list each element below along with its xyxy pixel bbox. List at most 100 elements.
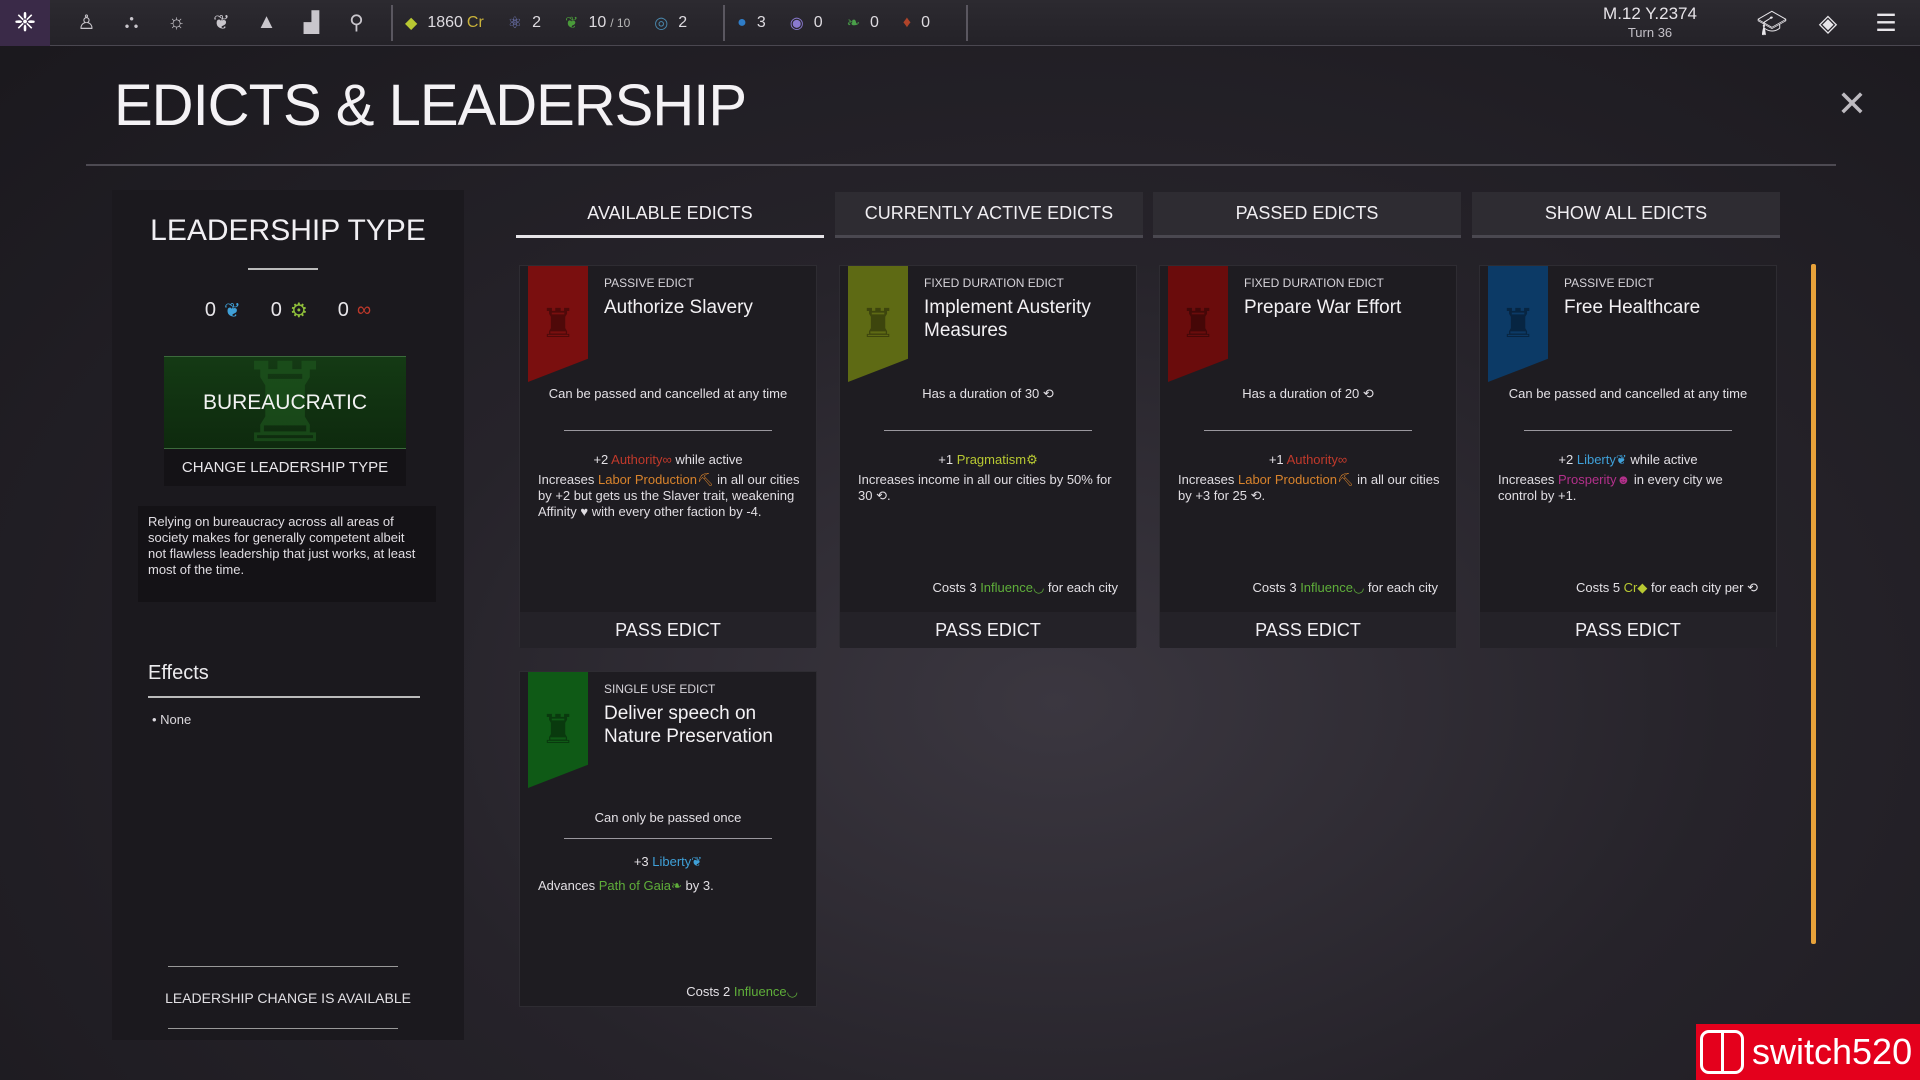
pragmatism-icon: ⚙	[289, 300, 308, 322]
flame-icon: ♦	[902, 13, 912, 31]
credits-icon: ◆	[405, 14, 418, 32]
desc-text: Increases income in all our cities by 50…	[858, 472, 1112, 503]
cost-text: for each city	[1364, 580, 1438, 595]
tab-available-edicts[interactable]: AVAILABLE EDICTS	[516, 192, 824, 238]
edict-card: ♜ PASSIVE EDICT Authorize Slavery Can be pa…	[519, 265, 817, 648]
edict-rule: Can be passed and cancelled at any time	[1508, 386, 1748, 401]
resource-eye[interactable]: ◉ 0	[790, 13, 823, 33]
date-display: M.12 Y.2374 Turn 36	[1590, 4, 1710, 40]
resource-swirl[interactable]: ◎ 2	[654, 13, 687, 33]
tab-passed-edicts[interactable]: PASSED EDICTS	[1153, 192, 1461, 238]
bonus-suffix: while active	[1626, 452, 1698, 467]
leadership-type-card: ♜ BUREAUCRATIC	[164, 356, 406, 448]
edict-type: FIXED DURATION EDICT	[924, 276, 1064, 290]
desc-text: by 3.	[681, 878, 714, 893]
edict-cost: Costs 5 Cr◆ for each city per ⟲	[1576, 580, 1758, 596]
top-bar: ❈ ♙ ⛬ ☼ ❦ ▲ ▟ ⚲ ◆ 1860 Cr ⚛ 2 ❦ 10 / 10 …	[0, 0, 1920, 46]
divider	[965, 4, 968, 41]
divider	[884, 430, 1092, 431]
resource-science[interactable]: ⚛ 2	[508, 13, 541, 33]
desc-text: Increases	[538, 472, 598, 487]
page-title: EDICTS & LEADERSHIP	[114, 73, 747, 138]
desc-keyword-icon: ☻	[1616, 472, 1631, 487]
stats-icon[interactable]: ▟	[289, 0, 334, 46]
resource-flame[interactable]: ♦ 0	[903, 14, 930, 32]
edict-bonus: +2 Liberty❦ while active	[1480, 452, 1776, 468]
desc-text: Advances	[538, 878, 599, 893]
pass-edict-button[interactable]: PASS EDICT	[1160, 612, 1456, 648]
bonus-affinity: Pragmatism	[956, 452, 1027, 467]
army-icon[interactable]: ▲	[244, 0, 289, 46]
resource-credits[interactable]: ◆ 1860 Cr	[405, 13, 484, 33]
divider	[248, 268, 318, 270]
pass-edict-button[interactable]: PASS EDICT	[1480, 612, 1776, 648]
scrollbar[interactable]	[1811, 264, 1816, 944]
resource-leaf[interactable]: ❧ 0	[847, 13, 879, 33]
edict-banner-icon: ♜	[528, 266, 588, 382]
edict-bonus: +2 Authority∞ while active	[520, 452, 816, 467]
affinity-values: 0 ❦ 0 ⚙ 0 ∞	[112, 298, 464, 323]
edict-banner-icon: ♜	[848, 266, 908, 382]
cost-text: Costs 3	[1252, 580, 1301, 595]
bonus-suffix: while active	[671, 452, 743, 467]
edict-rule: Has a duration of 20 ⟲	[1242, 386, 1374, 401]
desc-text: Increases	[1178, 472, 1238, 487]
edict-card: ♜ SINGLE USE EDICT Deliver speech on Natur…	[519, 671, 817, 1007]
desc-keyword: Labor Production	[597, 472, 697, 487]
bonus-affinity: Liberty	[652, 854, 692, 869]
atom-icon: ⚛	[507, 14, 523, 32]
edict-name: Implement Austerity Measures	[924, 297, 1091, 341]
desc-keyword-icon: ⛏	[697, 472, 714, 487]
bonus-affinity-icon: ⚙	[1026, 452, 1038, 467]
bonus-amount: +1	[938, 452, 957, 467]
divider	[723, 4, 726, 41]
water-drop-icon: ●	[737, 13, 747, 31]
search-icon[interactable]: ⚲	[334, 0, 379, 46]
edict-bonus: +1 Authority∞	[1160, 452, 1456, 467]
edict-description: Increases Labor Production⛏ in all our c…	[538, 472, 802, 520]
title-divider	[86, 164, 1836, 166]
layers-icon[interactable]: ◈	[1808, 6, 1848, 40]
faction-emblem-icon[interactable]: ❈	[0, 0, 50, 46]
edict-cost: Costs 3 Influence◡ for each city	[933, 580, 1119, 596]
cost-text: for each city	[1044, 580, 1118, 595]
desc-keyword-icon: ⛏	[1337, 472, 1354, 487]
pass-edict-button[interactable]: PASS EDICT	[520, 612, 816, 648]
laurel-icon[interactable]: ❦	[199, 0, 244, 46]
desc-text: Increases	[1498, 472, 1558, 487]
edict-rule: Can only be passed once	[594, 810, 742, 825]
edict-cost: Costs 2 Influence◡	[686, 984, 798, 1000]
divider	[1524, 430, 1732, 431]
cost-resource: Influence	[1300, 580, 1353, 595]
pass-edict-button[interactable]: PASS EDICT	[840, 612, 1136, 648]
edict-rule: Has a duration of 30 ⟲	[922, 386, 1054, 401]
resource-population[interactable]: ❦ 10 / 10	[565, 13, 630, 33]
bonus-affinity-icon: ❦	[691, 854, 703, 869]
graduation-cap-icon[interactable]: 🎓︎	[1752, 6, 1792, 40]
cities-icon[interactable]: ⛬	[109, 0, 154, 46]
edict-type: PASSIVE EDICT	[1564, 276, 1654, 290]
menu-icon[interactable]: ☰	[1866, 6, 1906, 40]
close-icon[interactable]: ✕	[1834, 83, 1870, 124]
desc-keyword-icon: ❧	[670, 878, 682, 893]
edict-banner-icon: ♜	[1488, 266, 1548, 382]
change-leadership-button[interactable]: CHANGE LEADERSHIP TYPE	[164, 448, 406, 486]
effects-item: • None	[152, 712, 192, 727]
tab-currently-active-edicts[interactable]: CURRENTLY ACTIVE EDICTS	[835, 192, 1143, 238]
cost-text: Costs 3	[932, 580, 981, 595]
bonus-amount: +2	[1558, 452, 1577, 467]
edict-type: PASSIVE EDICT	[604, 276, 694, 290]
tab-show-all-edicts[interactable]: SHOW ALL EDICTS	[1472, 192, 1780, 238]
bonus-affinity-icon: ∞	[1337, 452, 1348, 467]
research-icon[interactable]: ☼	[154, 0, 199, 46]
authority-icon: ∞	[356, 299, 372, 321]
divider	[168, 966, 398, 967]
bonus-affinity: Authority	[611, 452, 663, 467]
nav-icons: ♙ ⛬ ☼ ❦ ▲ ▟ ⚲	[64, 0, 379, 46]
edict-cost: Costs 3 Influence◡ for each city	[1253, 580, 1439, 596]
edict-card: ♜ FIXED DURATION EDICT Prepare War Effort H…	[1159, 265, 1457, 648]
bonus-affinity-icon: ∞	[662, 452, 672, 467]
resource-water[interactable]: ● 3	[737, 14, 766, 32]
bonus-amount: +1	[1268, 452, 1287, 467]
leader-icon[interactable]: ♙	[64, 0, 109, 46]
